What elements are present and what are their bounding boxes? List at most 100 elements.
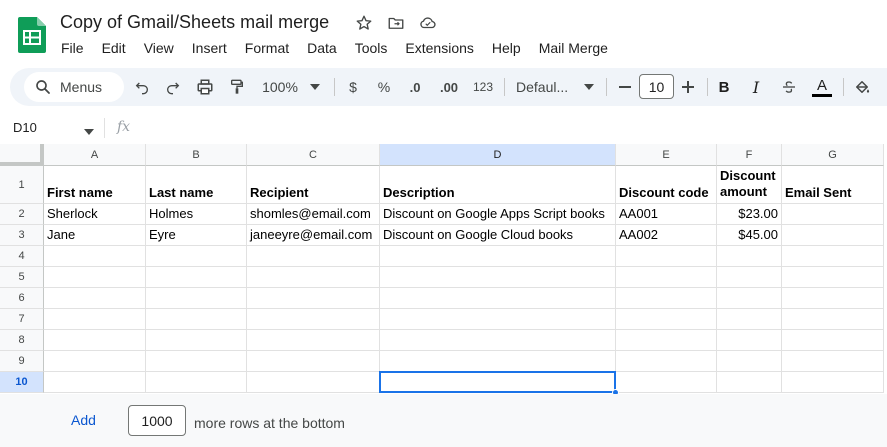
cell-g8[interactable] (782, 330, 884, 351)
name-box-dropdown-icon[interactable] (84, 122, 94, 140)
column-header-d[interactable]: D (380, 144, 616, 166)
select-all-corner[interactable] (0, 144, 44, 166)
cell-g1[interactable]: Email Sent (782, 166, 884, 204)
sheets-logo-icon[interactable] (18, 17, 46, 53)
cell-d4[interactable] (380, 246, 616, 267)
cell-f4[interactable] (717, 246, 782, 267)
cell-b6[interactable] (146, 288, 247, 309)
row-header-3[interactable]: 3 (0, 225, 44, 246)
cell-g7[interactable] (782, 309, 884, 330)
menu-edit[interactable]: Edit (93, 38, 135, 58)
add-rows-button[interactable]: Add (71, 412, 96, 428)
menu-data[interactable]: Data (298, 38, 346, 58)
cell-c6[interactable] (247, 288, 380, 309)
redo-icon[interactable] (163, 76, 183, 98)
document-title[interactable]: Copy of Gmail/Sheets mail merge (60, 12, 329, 33)
row-header-1[interactable]: 1 (0, 166, 44, 204)
column-header-b[interactable]: B (146, 144, 247, 166)
cell-d3[interactable]: Discount on Google Cloud books (380, 225, 616, 246)
increase-font-size-icon[interactable] (680, 76, 696, 98)
column-header-f[interactable]: F (717, 144, 782, 166)
cloud-saved-icon[interactable] (418, 13, 438, 33)
column-header-c[interactable]: C (247, 144, 380, 166)
cell-a3[interactable]: Jane (44, 225, 146, 246)
cell-d5[interactable] (380, 267, 616, 288)
cell-e1[interactable]: Discount code (616, 166, 717, 204)
cell-a10[interactable] (44, 372, 146, 393)
search-menus-button[interactable]: Menus (24, 72, 124, 102)
cell-b8[interactable] (146, 330, 247, 351)
cell-c3[interactable]: janeeyre@email.com (247, 225, 380, 246)
bold-button[interactable]: B (716, 76, 732, 98)
paint-format-icon[interactable] (227, 76, 247, 98)
row-header-4[interactable]: 4 (0, 246, 44, 267)
cell-e4[interactable] (616, 246, 717, 267)
cell-a6[interactable] (44, 288, 146, 309)
cell-e7[interactable] (616, 309, 717, 330)
menu-format[interactable]: Format (236, 38, 298, 58)
cell-c10[interactable] (247, 372, 380, 393)
cell-c7[interactable] (247, 309, 380, 330)
cell-b2[interactable]: Holmes (146, 204, 247, 225)
decrease-decimals-button[interactable]: .0 (404, 76, 426, 98)
menu-mail-merge[interactable]: Mail Merge (530, 38, 617, 58)
menu-view[interactable]: View (135, 38, 183, 58)
row-header-2[interactable]: 2 (0, 204, 44, 225)
cell-c5[interactable] (247, 267, 380, 288)
cell-d2[interactable]: Discount on Google Apps Script books (380, 204, 616, 225)
cell-c1[interactable]: Recipient (247, 166, 380, 204)
cell-c9[interactable] (247, 351, 380, 372)
cell-d7[interactable] (380, 309, 616, 330)
cell-f6[interactable] (717, 288, 782, 309)
zoom-dropdown-icon[interactable] (308, 76, 322, 98)
cell-g9[interactable] (782, 351, 884, 372)
strikethrough-icon[interactable] (780, 76, 798, 98)
cell-a2[interactable]: Sherlock (44, 204, 146, 225)
cell-d9[interactable] (380, 351, 616, 372)
cell-c2[interactable]: shomles@email.com (247, 204, 380, 225)
cell-e8[interactable] (616, 330, 717, 351)
decrease-font-size-icon[interactable] (617, 76, 633, 98)
number-format-button[interactable]: 123 (471, 76, 495, 98)
cell-b5[interactable] (146, 267, 247, 288)
menu-tools[interactable]: Tools (346, 38, 397, 58)
cell-d6[interactable] (380, 288, 616, 309)
cell-g4[interactable] (782, 246, 884, 267)
cell-a8[interactable] (44, 330, 146, 351)
cell-f8[interactable] (717, 330, 782, 351)
star-icon[interactable] (354, 13, 374, 33)
format-percent-button[interactable]: % (375, 76, 393, 98)
cell-f7[interactable] (717, 309, 782, 330)
row-header-8[interactable]: 8 (0, 330, 44, 351)
cell-g6[interactable] (782, 288, 884, 309)
cell-b7[interactable] (146, 309, 247, 330)
cell-c8[interactable] (247, 330, 380, 351)
cell-g2[interactable] (782, 204, 884, 225)
cell-f9[interactable] (717, 351, 782, 372)
increase-decimals-button[interactable]: .00 (436, 76, 462, 98)
cell-b10[interactable] (146, 372, 247, 393)
column-header-a[interactable]: A (44, 144, 146, 166)
row-header-5[interactable]: 5 (0, 267, 44, 288)
cell-f5[interactable] (717, 267, 782, 288)
menu-extensions[interactable]: Extensions (396, 38, 482, 58)
print-icon[interactable] (195, 76, 215, 98)
italic-button[interactable]: I (748, 76, 764, 98)
format-currency-button[interactable]: $ (344, 76, 362, 98)
cell-e5[interactable] (616, 267, 717, 288)
cell-a7[interactable] (44, 309, 146, 330)
cell-e2[interactable]: AA001 (616, 204, 717, 225)
row-header-10[interactable]: 10 (0, 372, 44, 393)
font-size-input[interactable]: 10 (639, 74, 674, 99)
cell-b4[interactable] (146, 246, 247, 267)
cell-e3[interactable]: AA002 (616, 225, 717, 246)
cell-a5[interactable] (44, 267, 146, 288)
name-box[interactable]: D10 (13, 120, 37, 135)
column-header-g[interactable]: G (782, 144, 884, 166)
cell-b3[interactable]: Eyre (146, 225, 247, 246)
row-header-9[interactable]: 9 (0, 351, 44, 372)
cell-f2[interactable]: $23.00 (717, 204, 782, 225)
cell-a9[interactable] (44, 351, 146, 372)
cell-f10[interactable] (717, 372, 782, 393)
cell-f3[interactable]: $45.00 (717, 225, 782, 246)
